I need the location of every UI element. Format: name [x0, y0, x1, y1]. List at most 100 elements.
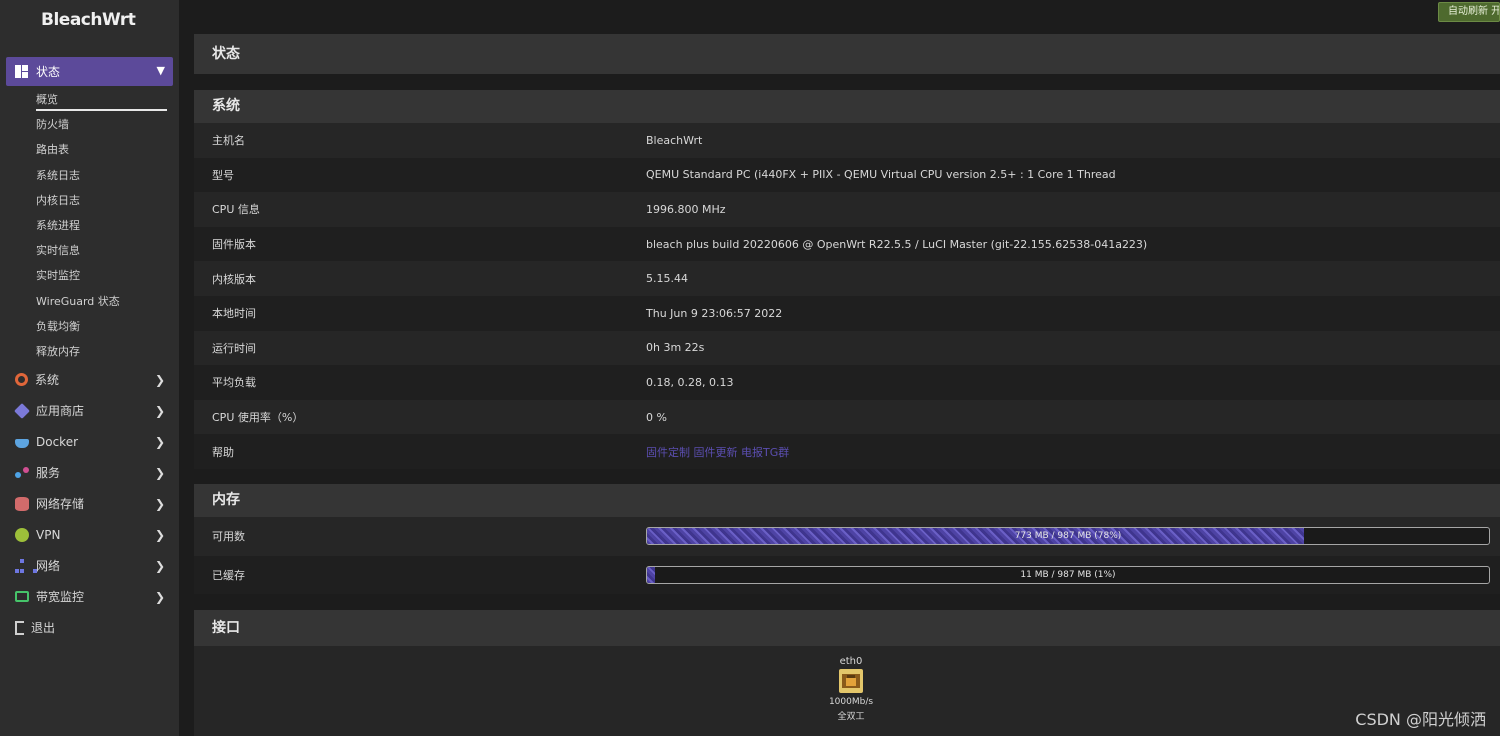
row-key: 固件版本: [212, 238, 256, 252]
row-key: CPU 信息: [212, 203, 260, 217]
chevron-right-icon: ❯: [154, 496, 165, 511]
table-row: 固件版本 bleach plus build 20220606 @ OpenWrt…: [194, 226, 1500, 262]
menu-item-label: 网络: [36, 559, 61, 573]
menu-item-status-label: 状态: [36, 65, 61, 79]
chevron-right-icon: ❯: [154, 527, 165, 542]
progress-text: 11 MB / 987 MB (1%): [1020, 569, 1116, 580]
row-key: 本地时间: [212, 307, 256, 321]
row-value: QEMU Standard PC (i440FX + PIIX - QEMU V…: [646, 168, 1116, 182]
row-key: 帮助: [212, 445, 234, 459]
port-duplex: 全双工: [837, 712, 865, 722]
gear-icon: [15, 373, 28, 386]
menu-item-label: VPN: [36, 527, 61, 542]
menu-item-label: 应用商店: [36, 404, 85, 418]
submenu-item-wireguard[interactable]: WireGuard 状态: [0, 289, 179, 314]
globe-icon: [15, 527, 29, 542]
interfaces-panel: eth0 1000Mb/s 全双工: [194, 646, 1500, 736]
row-value: 0h 3m 22s: [646, 341, 705, 355]
table-row: 可用数 773 MB / 987 MB (78%): [194, 517, 1500, 556]
menu-item-logout[interactable]: 退出: [0, 612, 179, 643]
row-value: Thu Jun 9 23:06:57 2022: [646, 306, 783, 320]
page-title: 状态: [194, 34, 1500, 74]
auto-refresh-button[interactable]: 自动刷新 开: [1438, 2, 1500, 22]
chevron-right-icon: ❯: [154, 465, 165, 480]
row-key: 可用数: [212, 530, 245, 544]
submenu-item-overview[interactable]: 概览: [0, 87, 179, 112]
menu-item-label: 网络存储: [36, 497, 85, 511]
submenu-item-realtime-monitor[interactable]: 实时监控: [0, 263, 179, 288]
row-key: 平均负载: [212, 376, 256, 390]
database-icon: [15, 496, 29, 511]
menu-item-system[interactable]: 系统 ❯: [0, 364, 179, 395]
row-key: 内核版本: [212, 272, 256, 286]
row-value: BleachWrt: [646, 133, 703, 147]
chevron-right-icon: ❯: [154, 589, 165, 604]
table-row: 本地时间 Thu Jun 9 23:06:57 2022: [194, 295, 1500, 331]
row-value: bleach plus build 20220606 @ OpenWrt R22…: [646, 237, 1148, 251]
memory-available-bar: 773 MB / 987 MB (78%): [646, 527, 1490, 546]
menu-item-app-store[interactable]: 应用商店 ❯: [0, 395, 179, 426]
row-key: 主机名: [212, 134, 245, 148]
table-row: 帮助 固件定制 固件更新 电报TG群: [194, 434, 1500, 469]
submenu-item-routes[interactable]: 路由表: [0, 137, 179, 162]
menu-item-label: 服务: [36, 466, 61, 480]
cube-icon: [14, 402, 30, 419]
submenu-item-processes[interactable]: 系统进程: [0, 213, 179, 238]
docker-icon: [15, 438, 29, 448]
row-value: 0 %: [646, 410, 667, 424]
menu-item-bandwidth[interactable]: 带宽监控 ❯: [0, 581, 179, 612]
row-value: 1996.800 MHz: [646, 202, 726, 216]
submenu-item-firewall[interactable]: 防火墙: [0, 112, 179, 137]
menu-item-vpn[interactable]: VPN ❯: [0, 519, 179, 550]
port-name: eth0: [839, 656, 863, 667]
table-row: 内核版本 5.15.44: [194, 261, 1500, 296]
row-key: 已缓存: [212, 568, 245, 582]
main-menu: 系统 ❯ 应用商店 ❯ Docker ❯ 服务 ❯ 网络存储 ❯ VPN ❯ 网…: [0, 364, 179, 643]
row-key: CPU 使用率（%）: [212, 411, 304, 425]
submenu-item-realtime-info[interactable]: 实时信息: [0, 238, 179, 263]
ethernet-port-icon: [839, 669, 863, 693]
port-eth0[interactable]: eth0 1000Mb/s 全双工: [829, 656, 873, 722]
submenu-item-free-memory[interactable]: 释放内存: [0, 339, 179, 364]
chevron-right-icon: ❯: [154, 372, 165, 387]
table-row: 运行时间 0h 3m 22s: [194, 330, 1500, 366]
menu-item-docker[interactable]: Docker ❯: [0, 426, 179, 457]
brand-logo: BleachWrt: [41, 10, 136, 30]
menu-item-label: Docker: [36, 434, 79, 449]
network-tree-icon: [15, 558, 37, 573]
sidebar: BleachWrt 状态 ▼ 概览 防火墙 路由表 系统日志 内核日志 系统进程…: [0, 0, 179, 736]
submenu-item-system-log[interactable]: 系统日志: [0, 163, 179, 188]
watermark: CSDN @阳光倾洒: [1355, 710, 1486, 729]
page-title-bar: 状态: [194, 34, 1500, 74]
interfaces-section-title: 接口: [194, 610, 1500, 646]
table-row: 平均负载 0.18, 0.28, 0.13: [194, 365, 1500, 400]
menu-item-label: 系统: [35, 373, 60, 387]
memory-section-title: 内存: [194, 484, 1500, 517]
menu-item-network[interactable]: 网络 ❯: [0, 550, 179, 581]
submenu-item-load-balance[interactable]: 负载均衡: [0, 314, 179, 339]
menu-item-status[interactable]: 状态 ▼: [6, 57, 173, 86]
memory-table: 可用数 773 MB / 987 MB (78%) 已缓存 11 MB / 98…: [194, 517, 1500, 594]
chevron-right-icon: ❯: [154, 558, 165, 573]
logout-icon: [15, 620, 24, 635]
help-links[interactable]: 固件定制 固件更新 电报TG群: [646, 444, 1500, 460]
menu-item-nas[interactable]: 网络存储 ❯: [0, 488, 179, 519]
table-row: CPU 信息 1996.800 MHz: [194, 192, 1500, 227]
chevron-right-icon: ❯: [154, 403, 165, 418]
menu-item-label: 带宽监控: [36, 590, 85, 604]
table-row: 已缓存 11 MB / 987 MB (1%): [194, 555, 1500, 594]
menu-item-label: 退出: [31, 621, 56, 635]
row-value: 0.18, 0.28, 0.13: [646, 375, 734, 389]
row-key: 运行时间: [212, 341, 256, 355]
table-row: 主机名 BleachWrt: [194, 123, 1500, 158]
submenu-item-kernel-log[interactable]: 内核日志: [0, 188, 179, 213]
menu-item-services[interactable]: 服务 ❯: [0, 457, 179, 488]
chevron-right-icon: ❯: [154, 434, 165, 449]
system-table: 主机名 BleachWrt 型号 QEMU Standard PC (i440FX …: [194, 123, 1500, 469]
memory-cached-bar: 11 MB / 987 MB (1%): [646, 565, 1490, 584]
port-speed: 1000Mb/s: [828, 697, 874, 707]
dashboard-icon: [15, 65, 28, 78]
monitor-icon: [15, 591, 29, 602]
row-key: 型号: [212, 168, 234, 182]
progress-text: 773 MB / 987 MB (78%): [1014, 531, 1122, 542]
